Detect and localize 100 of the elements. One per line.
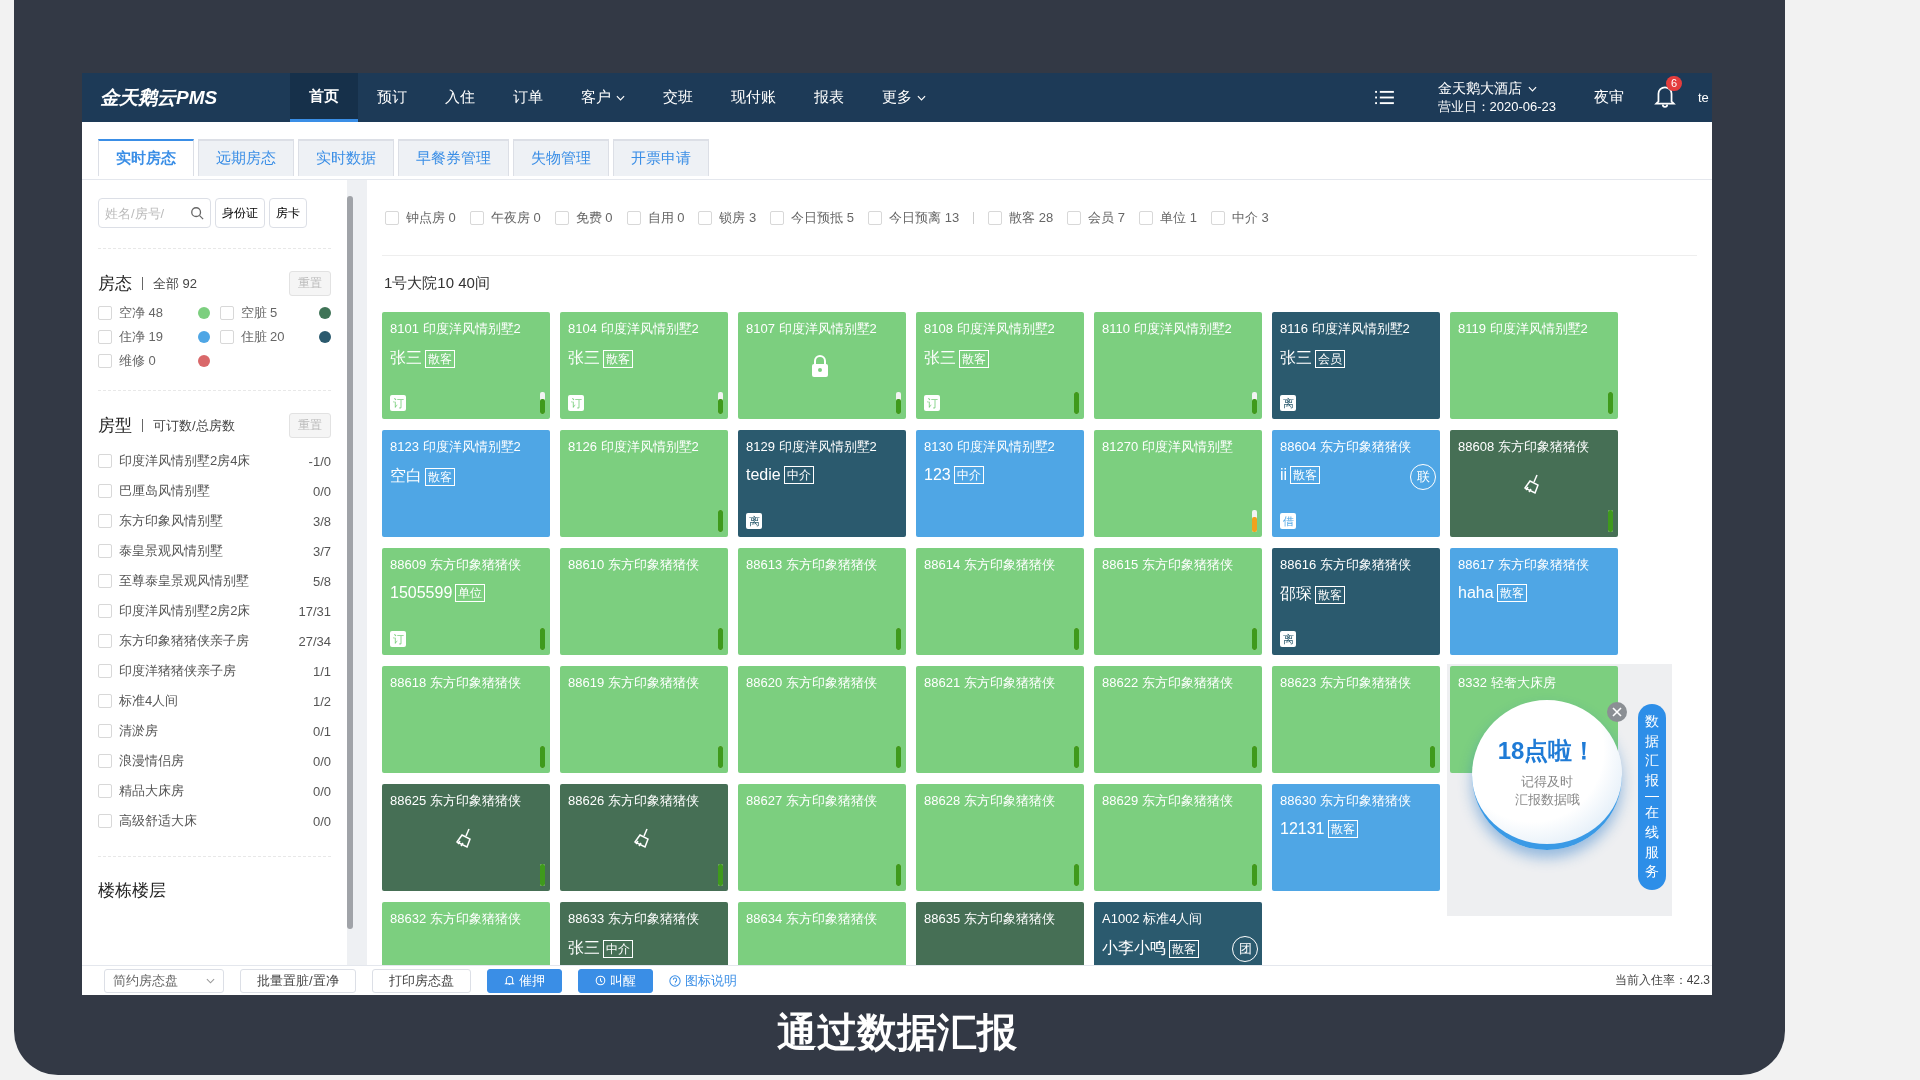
footer-button[interactable]: 催押 [486,968,562,993]
room-tile[interactable]: 8116 印度洋风情别墅2 张三 会员 离 [1272,312,1440,419]
nav-item[interactable]: 更多 [863,73,945,122]
checkbox[interactable] [1139,210,1154,225]
tab[interactable]: 实时房态 [98,139,194,176]
checkbox[interactable] [98,754,112,768]
checkbox[interactable] [98,784,112,798]
checkbox[interactable] [1067,210,1082,225]
tab[interactable]: 早餐券管理 [398,139,509,176]
hotel-selector[interactable]: 金天鹅大酒店 [1437,79,1556,98]
room-tile[interactable]: 8108 印度洋风情别墅2 张三 散客 订 [916,312,1084,419]
room-tile[interactable]: 88604 东方印象猪猪侠 ii 散客 借 联 [1272,430,1440,537]
room-tile[interactable]: 88619 东方印象猪猪侠 [560,666,728,773]
side-tab-label[interactable]: 在线服务 [1645,803,1659,882]
sidebar-button[interactable]: 房卡 [269,198,307,228]
checkbox[interactable] [626,210,641,225]
room-tile[interactable]: 88609 东方印象猪猪侠 1505599 单位 订 [382,548,550,655]
checkbox[interactable] [98,574,112,588]
checkbox[interactable] [98,454,112,468]
room-tile[interactable]: 88613 东方印象猪猪侠 [738,548,906,655]
menu-icon[interactable] [1374,90,1394,105]
tab[interactable]: 失物管理 [513,139,609,176]
nav-item[interactable]: 现付账 [712,73,795,122]
room-tile[interactable]: 88630 东方印象猪猪侠 12131 散客 [1272,784,1440,891]
room-tile[interactable]: 8129 印度洋风情别墅2 tedie 中介 离 [738,430,906,537]
room-tile[interactable]: 8107 印度洋风情别墅2 [738,312,906,419]
checkbox[interactable] [98,330,112,344]
checkbox[interactable] [219,306,234,320]
checkbox[interactable] [98,544,112,558]
nav-item[interactable]: 订单 [494,73,562,122]
checkbox[interactable] [98,664,112,678]
night-audit-link[interactable]: 夜审 [1594,88,1624,107]
room-tile[interactable]: 88634 东方印象猪猪侠 [738,902,906,965]
checkbox[interactable] [98,694,112,708]
footer-button[interactable]: 批量置脏/置净 [240,968,356,993]
room-tile[interactable]: 8104 印度洋风情别墅2 张三 散客 订 [560,312,728,419]
room-tile[interactable]: 8123 印度洋风情别墅2 空白 散客 [382,430,550,537]
checkbox[interactable] [98,354,112,368]
room-tile[interactable]: 88627 东方印象猪猪侠 [738,784,906,891]
nav-item[interactable]: 客户 [562,73,644,122]
room-tile[interactable]: 88633 东方印象猪猪侠 张三 中介 [560,902,728,965]
nav-item[interactable]: 预订 [358,73,426,122]
sidebar-button[interactable]: 身份证 [215,198,265,228]
room-tile[interactable]: 88618 东方印象猪猪侠 [382,666,550,773]
checkbox[interactable] [98,604,112,618]
view-select[interactable]: 简约房态盘 [104,968,224,993]
checkbox[interactable] [698,210,713,225]
side-tab[interactable]: 数据汇报 在线服务 [1638,704,1666,890]
room-tile[interactable]: 8126 印度洋风情别墅2 [560,430,728,537]
room-tile[interactable]: 88626 东方印象猪猪侠 [560,784,728,891]
nav-item[interactable]: 入住 [426,73,494,122]
room-tile[interactable]: 88614 东方印象猪猪侠 [916,548,1084,655]
footer-button[interactable]: 叫醒 [577,968,653,993]
room-tile[interactable]: 88610 东方印象猪猪侠 [560,548,728,655]
room-tile[interactable]: 88632 东方印象猪猪侠 [382,902,550,965]
room-tile[interactable]: 88628 东方印象猪猪侠 [916,784,1084,891]
checkbox[interactable] [98,484,112,498]
room-tile[interactable]: 8101 印度洋风情别墅2 张三 散客 订 [382,312,550,419]
tab[interactable]: 实时数据 [298,139,394,176]
room-tile[interactable]: 88622 东方印象猪猪侠 [1094,666,1262,773]
room-tile[interactable]: 88629 东方印象猪猪侠 [1094,784,1262,891]
room-tile[interactable]: 88635 东方印象猪猪侠 [916,902,1084,965]
nav-item[interactable]: 首页 [290,73,358,122]
footer-button[interactable]: 打印房态盘 [371,968,471,993]
room-tile[interactable]: 8110 印度洋风情别墅2 [1094,312,1262,419]
checkbox[interactable] [770,210,785,225]
help-link[interactable]: 图标说明 [668,971,737,990]
room-tile[interactable]: 8119 印度洋风情别墅2 [1450,312,1618,419]
checkbox[interactable] [385,210,399,225]
tab[interactable]: 远期房态 [198,139,294,176]
room-tile[interactable]: A1002 标准4人间 小李小鸣 散客 团 [1094,902,1262,965]
room-tile[interactable]: 81270 印度洋风情别墅 [1094,430,1262,537]
close-icon[interactable] [1607,702,1627,722]
user-name[interactable]: te [1698,90,1712,105]
checkbox[interactable] [98,306,112,320]
nav-item[interactable]: 报表 [795,73,863,122]
room-tile[interactable]: 88616 东方印象猪猪侠 邵琛 散客 离 [1272,548,1440,655]
checkbox[interactable] [469,210,484,225]
checkbox[interactable] [1210,210,1225,225]
room-tile[interactable]: 88621 东方印象猪猪侠 [916,666,1084,773]
scrollbar[interactable] [347,196,353,929]
room-tile[interactable]: 8130 印度洋风情别墅2 123 中介 [916,430,1084,537]
tab[interactable]: 开票申请 [613,139,709,176]
checkbox[interactable] [988,210,1003,225]
search-field[interactable]: 姓名/房号/ [98,198,211,228]
room-tile[interactable]: 88623 东方印象猪猪侠 [1272,666,1440,773]
side-tab-label[interactable]: 数据汇报 [1645,712,1659,791]
room-tile[interactable]: 88625 东方印象猪猪侠 [382,784,550,891]
room-tile[interactable]: 88620 东方印象猪猪侠 [738,666,906,773]
checkbox[interactable] [98,634,112,648]
room-tile[interactable]: 88617 东方印象猪猪侠 haha 散客 [1450,548,1618,655]
checkbox[interactable] [98,514,112,528]
room-tile[interactable]: 88615 东方印象猪猪侠 [1094,548,1262,655]
nav-item[interactable]: 交班 [644,73,712,122]
checkbox[interactable] [868,210,883,225]
checkbox[interactable] [219,330,234,344]
room-tile[interactable]: 88608 东方印象猪猪侠 [1450,430,1618,537]
checkbox[interactable] [554,210,569,225]
checkbox[interactable] [98,724,112,738]
checkbox[interactable] [98,814,112,828]
